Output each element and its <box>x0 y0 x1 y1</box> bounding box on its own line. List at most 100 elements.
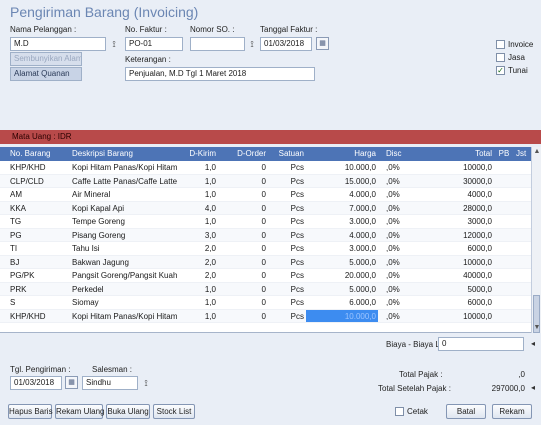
cell-disc[interactable]: ,0% <box>378 188 422 201</box>
col-header-total[interactable]: Total <box>422 147 494 161</box>
cell-item-no[interactable]: AM <box>0 188 70 201</box>
invoice-no-field[interactable]: PO-01 <box>125 37 183 51</box>
cell-d-order[interactable]: 0 <box>218 256 268 269</box>
cell-item-no[interactable]: TI <box>0 242 70 255</box>
table-row[interactable]: TG Tempe Goreng 1,0 0 Pcs 3.000,0,0% 3000,0 <box>0 215 531 229</box>
cell-jst[interactable] <box>514 296 531 309</box>
table-row[interactable]: KKA Kopi Kapal Api 4,0 0 Pcs 7.000,0,0% 28000,… <box>0 201 531 215</box>
cell-item-no[interactable]: KKA <box>0 202 70 215</box>
col-header-description[interactable]: Deskripsi Barang <box>70 147 180 161</box>
cell-d-order[interactable]: 0 <box>218 175 268 188</box>
cell-jst[interactable] <box>514 310 531 323</box>
cell-unit[interactable]: Pcs <box>268 256 306 269</box>
tunai-checkbox[interactable]: ✓ Tunai <box>496 66 528 75</box>
cell-d-kirim[interactable]: 1,0 <box>180 296 218 309</box>
reopen-button[interactable]: Buka Ulang <box>106 404 150 419</box>
salesman-field[interactable]: Sindhu <box>82 376 138 390</box>
notes-field[interactable]: Penjualan, M.D Tgl 1 Maret 2018 <box>125 67 315 81</box>
invoice-checkbox[interactable]: Invoice <box>496 40 533 49</box>
cell-price[interactable]: 4.000,0 <box>306 188 378 201</box>
cell-d-kirim[interactable]: 4,0 <box>180 202 218 215</box>
cell-jst[interactable] <box>514 161 531 174</box>
cell-price[interactable]: 7.000,0 <box>306 202 378 215</box>
table-row[interactable]: PG Pisang Goreng 3,0 0 Pcs 4.000,0,0% 12000,0 <box>0 228 531 242</box>
cell-d-kirim[interactable]: 1,0 <box>180 310 218 323</box>
cell-total[interactable]: 30000,0 <box>422 175 494 188</box>
cell-description[interactable]: Kopi Hitam Panas/Kopi Hitam Din <box>70 310 180 323</box>
table-row[interactable]: CLP/CLD Caffe Latte Panas/Caffe Latte D 1,… <box>0 174 531 188</box>
cell-description[interactable]: Bakwan Jagung <box>70 256 180 269</box>
cell-item-no[interactable]: PG <box>0 229 70 242</box>
cell-jst[interactable] <box>514 256 531 269</box>
cell-pb[interactable] <box>494 175 514 188</box>
tunai-checkbox-box[interactable]: ✓ <box>496 66 505 75</box>
delete-row-button[interactable]: Hapus Baris <box>8 404 53 419</box>
cell-pb[interactable] <box>494 296 514 309</box>
cell-jst[interactable] <box>514 242 531 255</box>
cell-unit[interactable]: Pcs <box>268 215 306 228</box>
cell-description[interactable]: Siomay <box>70 296 180 309</box>
cell-item-no[interactable]: PG/PK <box>0 269 70 282</box>
table-row[interactable]: AM Air Mineral 1,0 0 Pcs 4.000,0,0% 4000,0 <box>0 188 531 202</box>
cell-description[interactable]: Kopi Hitam Panas/Kopi Hitam Din <box>70 161 180 174</box>
stock-list-button[interactable]: Stock List <box>153 404 195 419</box>
table-row[interactable]: PG/PK Pangsit Goreng/Pangsit Kuah 2,0 0 Pcs 2… <box>0 269 531 283</box>
cell-description[interactable]: Kopi Kapal Api <box>70 202 180 215</box>
cell-total[interactable]: 6000,0 <box>422 296 494 309</box>
col-header-price[interactable]: Harga <box>306 147 378 161</box>
cell-description[interactable]: Tahu Isi <box>70 242 180 255</box>
so-lookup-icon[interactable]: ⟟ <box>247 38 257 50</box>
cell-d-order[interactable]: 0 <box>218 215 268 228</box>
cell-disc[interactable]: ,0% <box>378 296 422 309</box>
cell-disc[interactable]: ,0% <box>378 202 422 215</box>
cell-pb[interactable] <box>494 269 514 282</box>
cell-total[interactable]: 28000,0 <box>422 202 494 215</box>
cell-total[interactable]: 5000,0 <box>422 283 494 296</box>
cell-disc[interactable]: ,0% <box>378 161 422 174</box>
cell-unit[interactable]: Pcs <box>268 175 306 188</box>
table-row[interactable]: PRK Perkedel 1,0 0 Pcs 5.000,0,0% 5000,0 <box>0 282 531 296</box>
cell-d-kirim[interactable]: 1,0 <box>180 283 218 296</box>
jasa-checkbox-box[interactable] <box>496 53 505 62</box>
lookup-icon[interactable]: ⟟ <box>109 38 119 50</box>
cell-pb[interactable] <box>494 229 514 242</box>
table-row[interactable]: KHP/KHD Kopi Hitam Panas/Kopi Hitam Din 1,… <box>0 161 531 175</box>
cell-jst[interactable] <box>514 229 531 242</box>
cell-total[interactable]: 10000,0 <box>422 256 494 269</box>
cell-disc[interactable]: ,0% <box>378 242 422 255</box>
col-header-d-order[interactable]: D-Order <box>218 147 268 161</box>
cell-unit[interactable]: Pcs <box>268 242 306 255</box>
cell-d-order[interactable]: 0 <box>218 229 268 242</box>
calendar-icon[interactable]: ▦ <box>316 37 329 50</box>
cell-description[interactable]: Pisang Goreng <box>70 229 180 242</box>
cell-item-no[interactable]: CLP/CLD <box>0 175 70 188</box>
so-number-field[interactable] <box>190 37 245 51</box>
cell-pb[interactable] <box>494 310 514 323</box>
cell-price[interactable]: 3.000,0 <box>306 242 378 255</box>
cell-d-order[interactable]: 0 <box>218 188 268 201</box>
cell-d-kirim[interactable]: 1,0 <box>180 215 218 228</box>
cell-price[interactable]: 5.000,0 <box>306 283 378 296</box>
cell-pb[interactable] <box>494 215 514 228</box>
cell-total[interactable]: 10000,0 <box>422 310 494 323</box>
cell-price[interactable]: 20.000,0 <box>306 269 378 282</box>
cell-d-kirim[interactable]: 2,0 <box>180 242 218 255</box>
cell-d-order[interactable]: 0 <box>218 242 268 255</box>
ship-calendar-icon[interactable]: ▦ <box>65 376 78 389</box>
cell-price[interactable]: 4.000,0 <box>306 229 378 242</box>
cell-d-order[interactable]: 0 <box>218 283 268 296</box>
col-header-disc[interactable]: Disc <box>378 147 422 161</box>
cell-d-kirim[interactable]: 1,0 <box>180 161 218 174</box>
cell-price[interactable]: 6.000,0 <box>306 296 378 309</box>
cell-d-kirim[interactable]: 2,0 <box>180 269 218 282</box>
customer-field[interactable]: M.D <box>10 37 106 51</box>
grid-scrollbar[interactable]: ▲ ▼ <box>531 147 541 333</box>
cancel-button[interactable]: Batal <box>446 404 486 419</box>
address-button[interactable]: Alamat Quanan <box>10 67 82 81</box>
cell-disc[interactable]: ,0% <box>378 256 422 269</box>
table-row[interactable]: KHP/KHD Kopi Hitam Panas/Kopi Hitam Din 1,… <box>0 309 531 323</box>
print-checkbox[interactable]: Cetak <box>395 407 428 416</box>
cell-item-no[interactable]: PRK <box>0 283 70 296</box>
cell-description[interactable]: Pangsit Goreng/Pangsit Kuah <box>70 269 180 282</box>
table-row[interactable]: S Siomay 1,0 0 Pcs 6.000,0,0% 6000,0 <box>0 296 531 310</box>
